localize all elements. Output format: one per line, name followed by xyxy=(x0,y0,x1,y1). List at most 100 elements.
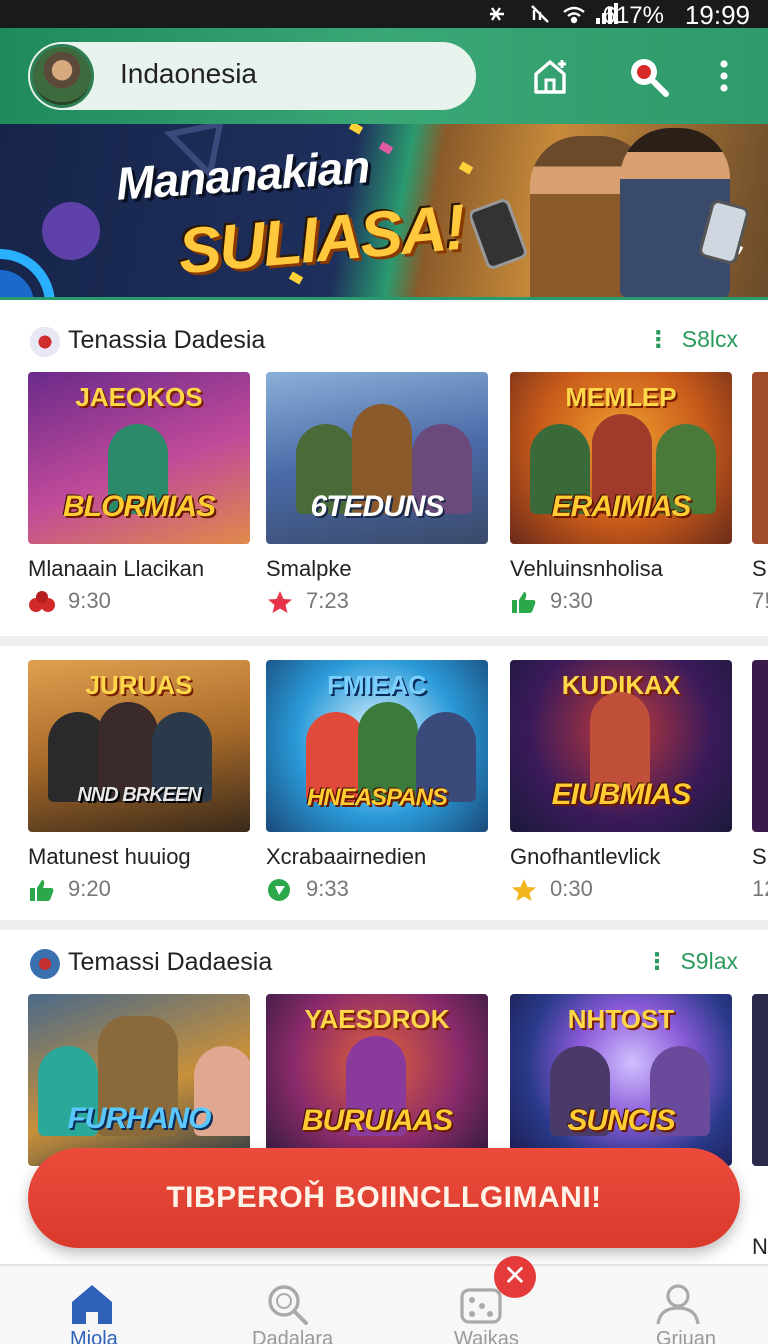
game-name: Vehluinsnholisa xyxy=(510,556,663,581)
search-text: Indaonesia xyxy=(120,58,258,89)
section-more-label: S8lcx xyxy=(681,326,738,352)
confetti xyxy=(348,124,364,135)
thumb-badge-text: FURHANO xyxy=(67,1102,212,1135)
home-add-icon xyxy=(534,60,566,94)
game-name: Mlanaain Llacikan xyxy=(28,556,205,581)
thumb-badge-text: EIUBMIAS xyxy=(551,778,692,811)
more-icon xyxy=(720,60,728,92)
nav-label: Waikas xyxy=(454,1328,519,1344)
game-thumbnail: YAESDROK BURUIAAS xyxy=(266,994,488,1166)
section-icon xyxy=(30,949,60,979)
status-bar: 617% 19:99 xyxy=(0,0,768,30)
person-icon xyxy=(656,1284,700,1325)
game-name: Matunest huuiog xyxy=(28,844,191,869)
thumb-top-text: YAESDROK xyxy=(304,1004,450,1034)
avatar[interactable] xyxy=(30,44,94,108)
game-name: S xyxy=(752,844,767,869)
section-more-label: S9lax xyxy=(680,948,738,974)
thumb-top-text: JURUAS xyxy=(85,670,193,700)
section-more-link[interactable]: ⋮ S9lax xyxy=(645,948,738,975)
thumb-badge-text: SUNCIS xyxy=(567,1104,675,1137)
game-time: 7! xyxy=(752,588,768,613)
nav-label: Dadalara xyxy=(252,1328,334,1344)
game-section-row: JURUAS NND BRKEEN Matunest huuiog 9:20 F… xyxy=(0,646,768,920)
nav-label: Miola xyxy=(70,1328,118,1344)
game-thumbnail xyxy=(752,994,768,1166)
game-thumbnail: 6TEDUNS xyxy=(266,372,488,544)
search-icon xyxy=(268,1285,308,1325)
confetti xyxy=(378,141,394,155)
home-icon xyxy=(72,1285,112,1324)
hero-title-line2: SULIASA! xyxy=(175,190,467,288)
close-badge-icon[interactable]: ✕ xyxy=(494,1256,536,1298)
game-time: 9:20 xyxy=(68,876,111,901)
cta-button[interactable]: TIBPEROȞ BOIINCLLGIMANI! xyxy=(28,1148,740,1248)
nav-item-home[interactable]: Miola xyxy=(0,1266,192,1344)
thumb-top-text: FMIEAC xyxy=(327,670,427,700)
nav-item-profile[interactable]: Grjuan xyxy=(576,1266,768,1344)
nav-label: Grjuan xyxy=(656,1328,717,1344)
game-thumbnail: FMIEAC HNEASPANS xyxy=(266,660,488,832)
more-dots-icon: ⋮ xyxy=(645,948,669,974)
bottom-nav: Miola Dadalara Waikas Grjuan xyxy=(0,1264,768,1344)
thumb-badge-text: BLORMIAS xyxy=(63,490,216,523)
game-time: 9:33 xyxy=(306,876,349,901)
status-time: 19:99 xyxy=(684,0,750,30)
thumb-top-text: JAEOKOS xyxy=(75,382,203,412)
section-header: Temassi Dadaesia ⋮ S9lax xyxy=(30,946,738,980)
thumb-top-text: NHTOST xyxy=(567,1004,675,1034)
more-menu-button[interactable] xyxy=(696,48,752,104)
game-time: 9:30 xyxy=(68,588,111,613)
game-thumbnail: JURUAS NND BRKEEN xyxy=(28,660,250,832)
decor-ring xyxy=(0,249,55,297)
nav-item-games[interactable]: Waikas xyxy=(384,1266,576,1344)
game-section: Tenassia Dadesia ⋮ S8lcx JAEOKOS BLORMIAS… xyxy=(0,300,768,636)
game-name: Xcrabaairnedien xyxy=(266,844,427,869)
thumb-badge-text: 6TEDUNS xyxy=(310,490,444,523)
thumb-badge-text: HNEASPANS xyxy=(307,784,448,811)
game-name: S xyxy=(752,556,767,581)
more-dots-icon: ⋮ xyxy=(646,326,670,352)
thumb-badge-text: NND BRKEEN xyxy=(77,784,201,806)
game-name: Smalpke xyxy=(266,556,352,581)
search-button[interactable] xyxy=(620,48,676,104)
app-screen: 617% 19:99 Indaonesia Mananakian SULIASA… xyxy=(0,0,768,1344)
game-time: 0:30 xyxy=(550,876,593,901)
section-title: Temassi Dadaesia xyxy=(68,948,273,976)
game-time: 7:23 xyxy=(306,588,349,613)
thumb-badge-text: ERAIMIAS xyxy=(551,490,692,523)
game-thumbnail: FURHANO xyxy=(28,994,250,1166)
search-bar[interactable]: Indaonesia xyxy=(28,42,476,110)
home-add-button[interactable] xyxy=(522,48,578,104)
section-title: Tenassia Dadesia xyxy=(68,326,266,354)
game-thumbnail: JAEOKOS BLORMIAS xyxy=(28,372,250,544)
thumb-badge-text: BURUIAAS xyxy=(301,1104,453,1137)
section-more-link[interactable]: ⋮ S8lcx xyxy=(647,326,738,353)
star-icon xyxy=(268,591,292,613)
thumbs-up-icon xyxy=(512,592,536,613)
cherries-icon xyxy=(29,591,55,612)
phone-icon xyxy=(470,199,527,269)
game-name: Gnofhantlevlick xyxy=(510,844,661,869)
game-time: 12 xyxy=(752,876,768,901)
confetti xyxy=(458,161,474,175)
game-name: N xyxy=(752,1234,768,1259)
play-circle-icon xyxy=(268,879,290,901)
section-header: Tenassia Dadesia ⋮ S8lcx xyxy=(30,324,738,358)
search-icon xyxy=(631,59,669,97)
cta-label: TIBPEROȞ BOIINCLLGIMANI! xyxy=(166,1181,602,1214)
game-thumbnail: KUDIKAX EIUBMIAS xyxy=(510,660,732,832)
section-icon xyxy=(30,327,60,357)
phone-icon xyxy=(699,200,749,264)
game-thumbnail xyxy=(752,660,768,832)
game-time: 9:30 xyxy=(550,588,593,613)
battery-percent: 617% xyxy=(602,2,664,29)
app-bar: Indaonesia xyxy=(0,28,768,124)
star-icon xyxy=(512,879,536,901)
game-thumbnail: NHTOST SUNCIS xyxy=(510,994,732,1166)
hero-banner[interactable]: Mananakian SULIASA! xyxy=(0,124,768,300)
nav-item-search[interactable]: Dadalara xyxy=(192,1266,384,1344)
game-thumbnail: MEMLEP ERAIMIAS xyxy=(510,372,732,544)
game-thumbnail xyxy=(752,372,768,544)
thumbs-up-icon xyxy=(30,880,54,901)
